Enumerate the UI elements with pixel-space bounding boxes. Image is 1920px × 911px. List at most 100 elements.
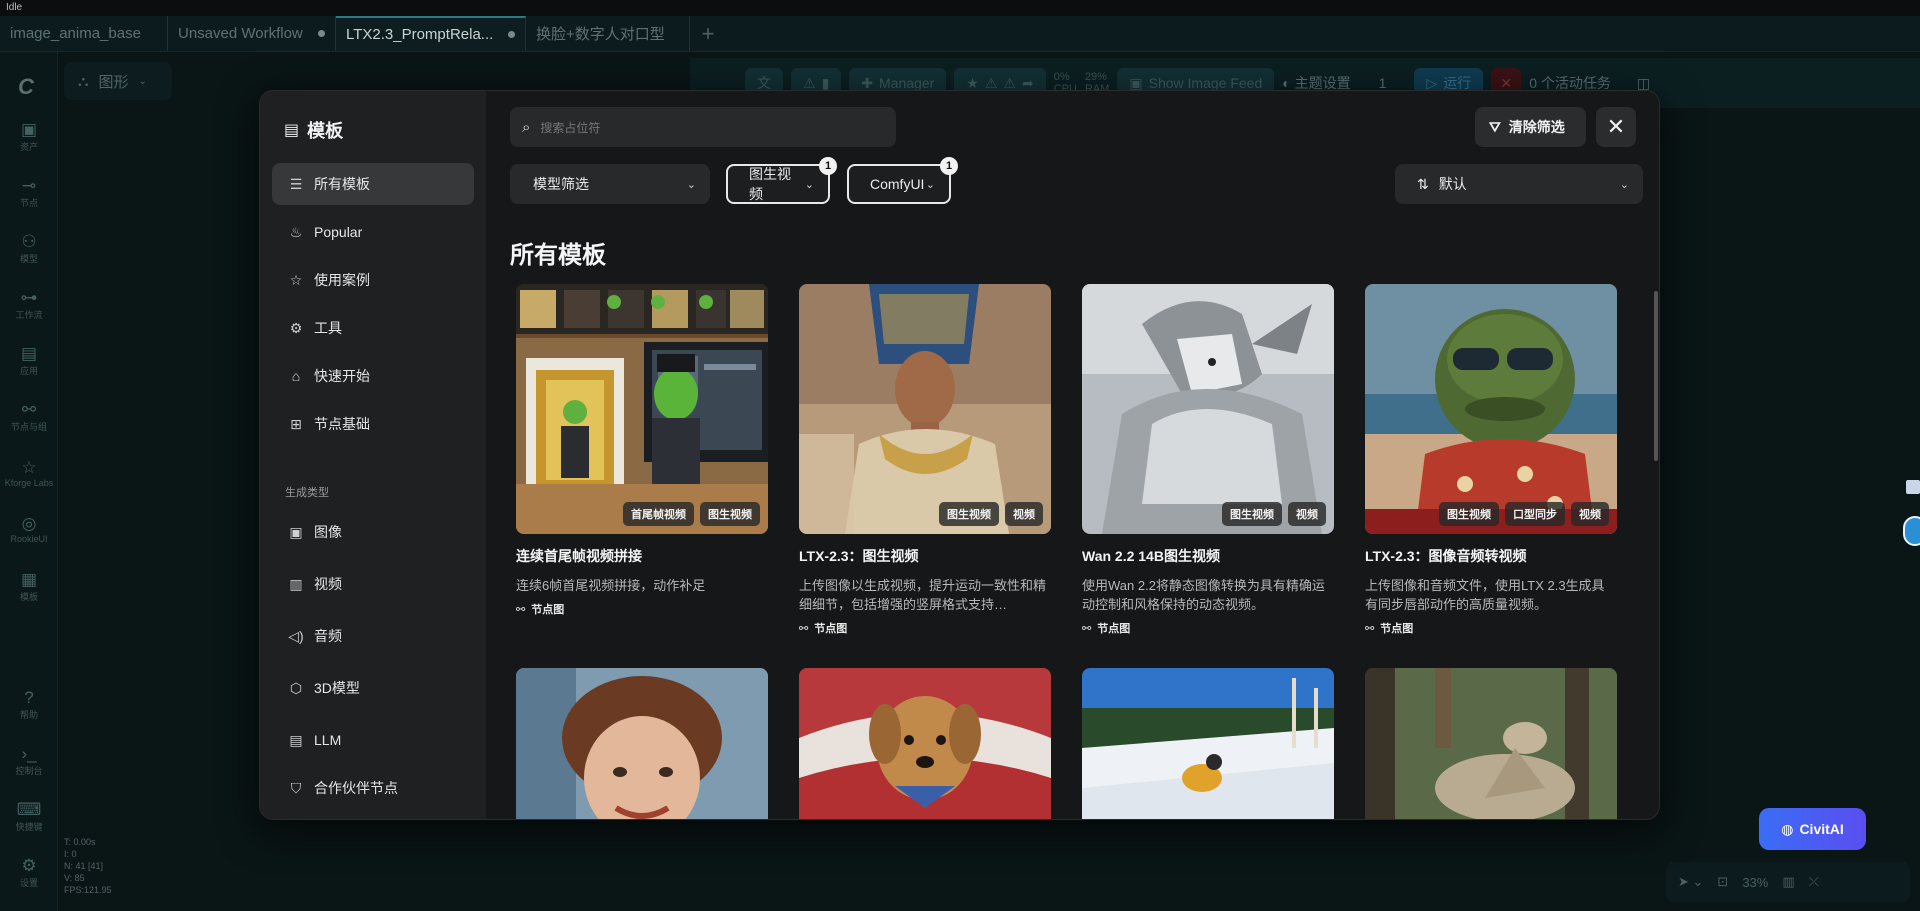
chevron-down-icon: ⌄	[138, 75, 147, 87]
nav-image[interactable]: ▣ 图像	[272, 511, 474, 553]
sidebar-label: 模型	[19, 254, 38, 264]
comfy-logo-icon[interactable]: C	[18, 74, 34, 100]
blocks-icon: ⊞	[290, 415, 302, 432]
sidebar-item-help[interactable]: ? 帮助	[0, 688, 58, 721]
new-tab-button[interactable]: +	[690, 16, 726, 51]
sidebar-item-workflows[interactable]: ⊶ 工作流	[0, 288, 58, 321]
nav-node-basics[interactable]: ⊞ 节点基础	[272, 403, 474, 445]
template-card[interactable]: 图生视频 视频 LTX-2.3：图生视频 上传图像以生成视频，提升运动一致性和精…	[799, 284, 1051, 636]
text-box-icon: ▤	[289, 731, 303, 748]
nav-llm[interactable]: ▤ LLM	[272, 719, 474, 761]
templates-sidebar: ▤ 模板 ☰ 所有模板 ♨ Popular ☆ 使用案例 ⚙ 工具 ⌂ 快速开始 ⊞ 节点基…	[260, 91, 486, 819]
tag: 口型同步	[1505, 502, 1565, 526]
sidebar-item-console[interactable]: ›_ 控制台	[0, 744, 58, 777]
fit-view-icon[interactable]: ⊡	[1717, 874, 1728, 890]
sidebar-label: 控制台	[15, 766, 43, 776]
tab-label: Unsaved Workflow	[178, 25, 303, 42]
node-graph-icon: ⚯	[1365, 622, 1375, 635]
sidebar-item-node-groups[interactable]: ⚯ 节点与组	[0, 400, 58, 433]
nav-label: 快速开始	[314, 368, 370, 384]
tag: 视频	[1005, 502, 1043, 526]
canvas-mode-label: 图形	[98, 73, 129, 91]
sidebar-label: Kforge Labs	[4, 478, 54, 488]
tag-list: 图生视频 视频	[939, 502, 1043, 526]
runtime-filter-dropdown[interactable]: ComfyUI ⌄ 1	[847, 157, 958, 204]
model-filter-dropdown[interactable]: 模型筛选 ⌄	[510, 164, 710, 204]
warning-icon: ⚠	[984, 74, 998, 91]
handshake-icon: ⛉	[290, 779, 302, 796]
tab-face-swap[interactable]: 换脸+数字人对口型	[526, 16, 690, 51]
template-card-thumbnail[interactable]	[516, 668, 768, 819]
sidebar-label: 节点与组	[10, 422, 47, 432]
tab-unsaved-workflow[interactable]: Unsaved Workflow	[168, 16, 336, 51]
nav-label: 音频	[314, 628, 342, 644]
nav-video[interactable]: ▥ 视频	[272, 563, 474, 605]
link-toggle-icon[interactable]: ⤫	[1809, 874, 1819, 890]
sidebar-label: RookieUI	[10, 534, 48, 544]
sidebar-item-shortcuts[interactable]: ⌨ 快捷键	[0, 800, 58, 833]
gen-type-section-label: 生成类型	[285, 487, 329, 499]
sidebar-item-assets[interactable]: ▣ 资产	[0, 120, 58, 153]
sidebar-item-rookieui[interactable]: ◎ RookieUI	[0, 514, 58, 544]
footer-label: 节点图	[814, 623, 848, 635]
model-icon: ⚇	[21, 232, 37, 251]
unsaved-dot-icon	[508, 31, 515, 38]
nav-use-cases[interactable]: ☆ 使用案例	[272, 259, 474, 301]
template-card[interactable]: 图生视频 口型同步 视频 LTX-2.3：图像音频转视频 上传图像和音频文件，使…	[1365, 284, 1617, 636]
template-card-thumbnail[interactable]	[1082, 668, 1334, 819]
chevron-down-icon: ⌄	[925, 178, 935, 191]
footer-label: 节点图	[1097, 623, 1131, 635]
sort-dropdown[interactable]: ⇅ 默认 ⌄	[1395, 164, 1643, 204]
template-card-thumbnail[interactable]	[799, 668, 1051, 819]
tag: 图生视频	[700, 502, 760, 526]
sidebar-item-apps[interactable]: ▤ 应用	[0, 344, 58, 377]
sidebar-item-templates[interactable]: ▦ 模板	[0, 570, 58, 603]
template-card[interactable]: 图生视频 视频 Wan 2.2 14B图生视频 使用Wan 2.2将静态图像转换…	[1082, 284, 1334, 636]
graph-icon: ⛬	[78, 72, 89, 90]
sidebar-item-nodes[interactable]: ⊸ 节点	[0, 176, 58, 209]
template-thumbnail: 图生视频 视频	[1082, 284, 1334, 534]
stat-v: V: 85	[64, 873, 85, 883]
template-search-input[interactable]: ⌕ 搜索占位符	[510, 107, 896, 147]
tab-image-anima-base[interactable]: image_anima_base	[0, 16, 168, 51]
nav-partner-nodes[interactable]: ⛉ 合作伙伴节点	[272, 767, 474, 809]
nav-popular[interactable]: ♨ Popular	[272, 211, 474, 253]
ram-value: 29%	[1084, 71, 1107, 83]
template-description: 上传图像和音频文件，使用LTX 2.3生成具有同步唇部动作的高质量视频。	[1365, 578, 1605, 612]
type-filter-dropdown[interactable]: 图生视频 ⌄ 1	[726, 157, 837, 204]
nav-tools[interactable]: ⚙ 工具	[272, 307, 474, 349]
nav-3d-model[interactable]: ⬡ 3D模型	[272, 667, 474, 709]
template-card-thumbnail[interactable]	[1365, 668, 1617, 819]
floating-assistant-icon[interactable]	[1903, 516, 1920, 546]
tag: 图生视频	[939, 502, 999, 526]
canvas-mode-selector[interactable]: ⛬ 图形 ⌄	[64, 62, 172, 100]
tab-ltx-prompt-relay[interactable]: LTX2.3_PromptRela...	[336, 16, 526, 51]
nav-all-templates[interactable]: ☰ 所有模板	[272, 163, 474, 205]
sidebar-item-models[interactable]: ⚇ 模型	[0, 232, 58, 265]
template-title: 连续首尾帧视频拼接	[516, 548, 642, 564]
edge-widget-icon[interactable]	[1906, 480, 1920, 494]
stat-time: T: 0.00s	[64, 837, 96, 847]
window-title: Idle	[0, 0, 1920, 16]
chevron-down-icon: ⌄	[1619, 178, 1629, 191]
minimap-icon[interactable]: ▥	[1782, 874, 1794, 890]
nav-quick-start[interactable]: ⌂ 快速开始	[272, 355, 474, 397]
zoom-level[interactable]: 33%	[1742, 875, 1768, 890]
sidebar-item-kforge[interactable]: ☆ Kforge Labs	[0, 458, 58, 488]
grid-scrollbar[interactable]	[1654, 291, 1658, 461]
panel-toggle-icon[interactable]: ◫	[1637, 75, 1650, 92]
close-modal-button[interactable]: ✕	[1596, 107, 1636, 147]
star-icon: ☆	[21, 458, 37, 477]
sidebar-label: 帮助	[19, 710, 38, 720]
image-feed-label: Show Image Feed	[1148, 75, 1263, 91]
nav-audio[interactable]: ◁) 音频	[272, 615, 474, 657]
node-icon: ⊸	[21, 176, 37, 195]
queue-count-input[interactable]: 1	[1359, 75, 1407, 91]
footer-label: 节点图	[1380, 623, 1414, 635]
clear-filters-button[interactable]: ⛛ 清除筛选	[1475, 107, 1586, 147]
pointer-icon[interactable]: ➤ ⌄	[1678, 874, 1703, 890]
sidebar-item-settings[interactable]: ⚙ 设置	[0, 856, 58, 889]
search-placeholder: 搜索占位符	[540, 120, 601, 135]
civitai-button[interactable]: ◍ CivitAI	[1759, 808, 1866, 850]
template-card[interactable]: 首尾帧视频 图生视频 连续首尾帧视频拼接 连续6帧首尾视频拼接，动作补足 ⚯ 节点…	[516, 284, 768, 617]
